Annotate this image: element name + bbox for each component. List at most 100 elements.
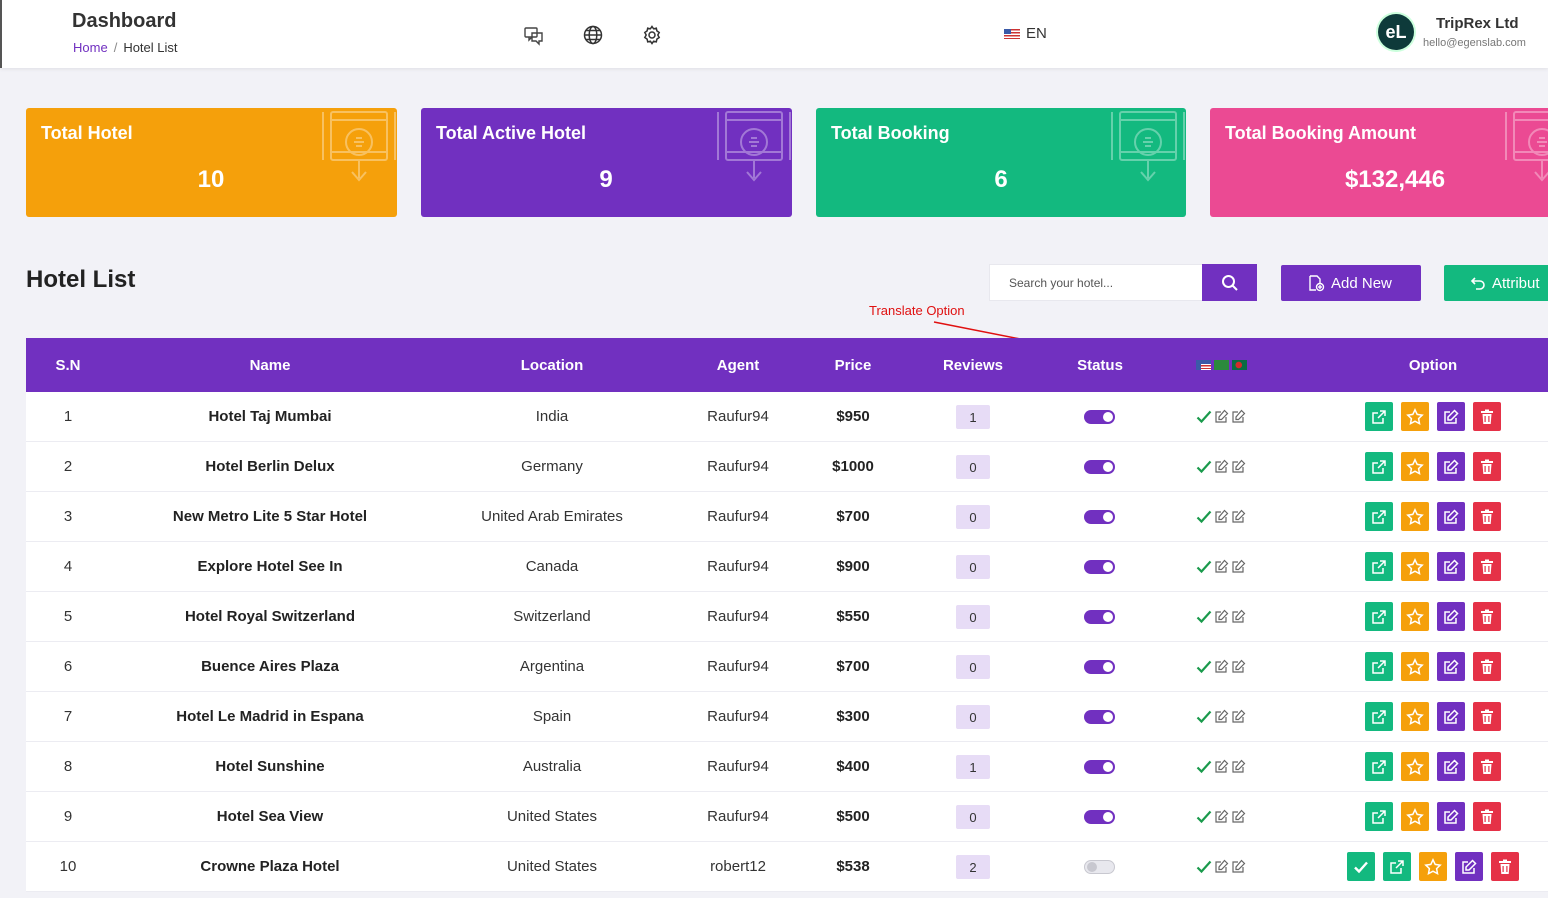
translate-edit-icon[interactable] <box>1231 609 1246 624</box>
delete-button[interactable] <box>1491 852 1519 881</box>
status-toggle[interactable] <box>1084 710 1115 724</box>
edit-button[interactable] <box>1437 552 1465 581</box>
edit-button[interactable] <box>1437 652 1465 681</box>
check-icon[interactable] <box>1196 810 1212 824</box>
feature-button[interactable] <box>1401 502 1429 531</box>
language-selector[interactable]: EN <box>1004 25 1047 42</box>
translate-edit-icon[interactable] <box>1214 659 1229 674</box>
avatar[interactable]: eL <box>1378 14 1414 50</box>
translate-edit-icon[interactable] <box>1231 809 1246 824</box>
status-toggle[interactable] <box>1084 660 1115 674</box>
add-new-button[interactable]: Add New <box>1281 265 1421 301</box>
edit-button[interactable] <box>1437 802 1465 831</box>
edit-button[interactable] <box>1437 702 1465 731</box>
translate-edit-icon[interactable] <box>1214 509 1229 524</box>
translate-edit-icon[interactable] <box>1231 559 1246 574</box>
delete-button[interactable] <box>1473 402 1501 431</box>
delete-button[interactable] <box>1473 752 1501 781</box>
delete-button[interactable] <box>1473 652 1501 681</box>
translate-edit-icon[interactable] <box>1214 409 1229 424</box>
delete-button[interactable] <box>1473 702 1501 731</box>
translate-edit-icon[interactable] <box>1231 409 1246 424</box>
view-button[interactable] <box>1365 552 1393 581</box>
translate-edit-icon[interactable] <box>1231 759 1246 774</box>
cell-name[interactable]: Hotel Berlin Delux <box>205 458 334 475</box>
check-icon[interactable] <box>1196 660 1212 674</box>
search-button[interactable] <box>1202 264 1257 301</box>
status-toggle[interactable] <box>1084 410 1115 424</box>
chat-icon[interactable] <box>523 24 545 46</box>
status-toggle[interactable] <box>1084 460 1115 474</box>
feature-button[interactable] <box>1419 852 1447 881</box>
feature-button[interactable] <box>1401 802 1429 831</box>
translate-edit-icon[interactable] <box>1214 559 1229 574</box>
delete-button[interactable] <box>1473 602 1501 631</box>
delete-button[interactable] <box>1473 452 1501 481</box>
translate-edit-icon[interactable] <box>1231 459 1246 474</box>
cell-name[interactable]: Hotel Sunshine <box>215 758 324 775</box>
cell-name[interactable]: Hotel Taj Mumbai <box>208 408 331 425</box>
cell-name[interactable]: Hotel Royal Switzerland <box>185 608 355 625</box>
edit-button[interactable] <box>1437 602 1465 631</box>
cell-name[interactable]: Hotel Le Madrid in Espana <box>176 708 364 725</box>
search-input[interactable] <box>989 264 1203 301</box>
translate-edit-icon[interactable] <box>1214 809 1229 824</box>
check-icon[interactable] <box>1196 410 1212 424</box>
status-toggle[interactable] <box>1084 860 1115 874</box>
feature-button[interactable] <box>1401 402 1429 431</box>
cell-name[interactable]: Hotel Sea View <box>217 808 323 825</box>
check-icon[interactable] <box>1196 460 1212 474</box>
check-icon[interactable] <box>1196 560 1212 574</box>
breadcrumb-home-link[interactable]: Home <box>73 40 108 55</box>
edit-button[interactable] <box>1437 752 1465 781</box>
view-button[interactable] <box>1365 752 1393 781</box>
view-button[interactable] <box>1365 652 1393 681</box>
translate-edit-icon[interactable] <box>1214 859 1229 874</box>
cell-name[interactable]: New Metro Lite 5 Star Hotel <box>173 508 367 525</box>
view-button[interactable] <box>1365 702 1393 731</box>
cell-name[interactable]: Buence Aires Plaza <box>201 658 339 675</box>
translate-edit-icon[interactable] <box>1231 709 1246 724</box>
translate-edit-icon[interactable] <box>1231 859 1246 874</box>
feature-button[interactable] <box>1401 552 1429 581</box>
feature-button[interactable] <box>1401 602 1429 631</box>
check-icon[interactable] <box>1196 710 1212 724</box>
view-button[interactable] <box>1365 502 1393 531</box>
feature-button[interactable] <box>1401 652 1429 681</box>
view-button[interactable] <box>1365 452 1393 481</box>
check-icon[interactable] <box>1196 860 1212 874</box>
translate-edit-icon[interactable] <box>1214 459 1229 474</box>
cell-name[interactable]: Explore Hotel See In <box>197 558 342 575</box>
gear-icon[interactable] <box>641 24 663 46</box>
check-icon[interactable] <box>1196 510 1212 524</box>
view-button[interactable] <box>1365 602 1393 631</box>
check-icon[interactable] <box>1196 610 1212 624</box>
feature-button[interactable] <box>1401 702 1429 731</box>
translate-edit-icon[interactable] <box>1214 609 1229 624</box>
feature-button[interactable] <box>1401 452 1429 481</box>
status-toggle[interactable] <box>1084 610 1115 624</box>
delete-button[interactable] <box>1473 552 1501 581</box>
attribute-button[interactable]: Attribut <box>1444 265 1548 301</box>
delete-button[interactable] <box>1473 802 1501 831</box>
view-button[interactable] <box>1365 802 1393 831</box>
globe-icon[interactable] <box>582 24 604 46</box>
approve-button[interactable] <box>1347 852 1375 881</box>
feature-button[interactable] <box>1401 752 1429 781</box>
translate-edit-icon[interactable] <box>1214 709 1229 724</box>
status-toggle[interactable] <box>1084 760 1115 774</box>
status-toggle[interactable] <box>1084 810 1115 824</box>
status-toggle[interactable] <box>1084 560 1115 574</box>
edit-button[interactable] <box>1455 852 1483 881</box>
check-icon[interactable] <box>1196 760 1212 774</box>
translate-edit-icon[interactable] <box>1231 659 1246 674</box>
edit-button[interactable] <box>1437 402 1465 431</box>
translate-edit-icon[interactable] <box>1214 759 1229 774</box>
view-button[interactable] <box>1383 852 1411 881</box>
view-button[interactable] <box>1365 402 1393 431</box>
edit-button[interactable] <box>1437 452 1465 481</box>
cell-name[interactable]: Crowne Plaza Hotel <box>200 858 339 875</box>
delete-button[interactable] <box>1473 502 1501 531</box>
status-toggle[interactable] <box>1084 510 1115 524</box>
edit-button[interactable] <box>1437 502 1465 531</box>
